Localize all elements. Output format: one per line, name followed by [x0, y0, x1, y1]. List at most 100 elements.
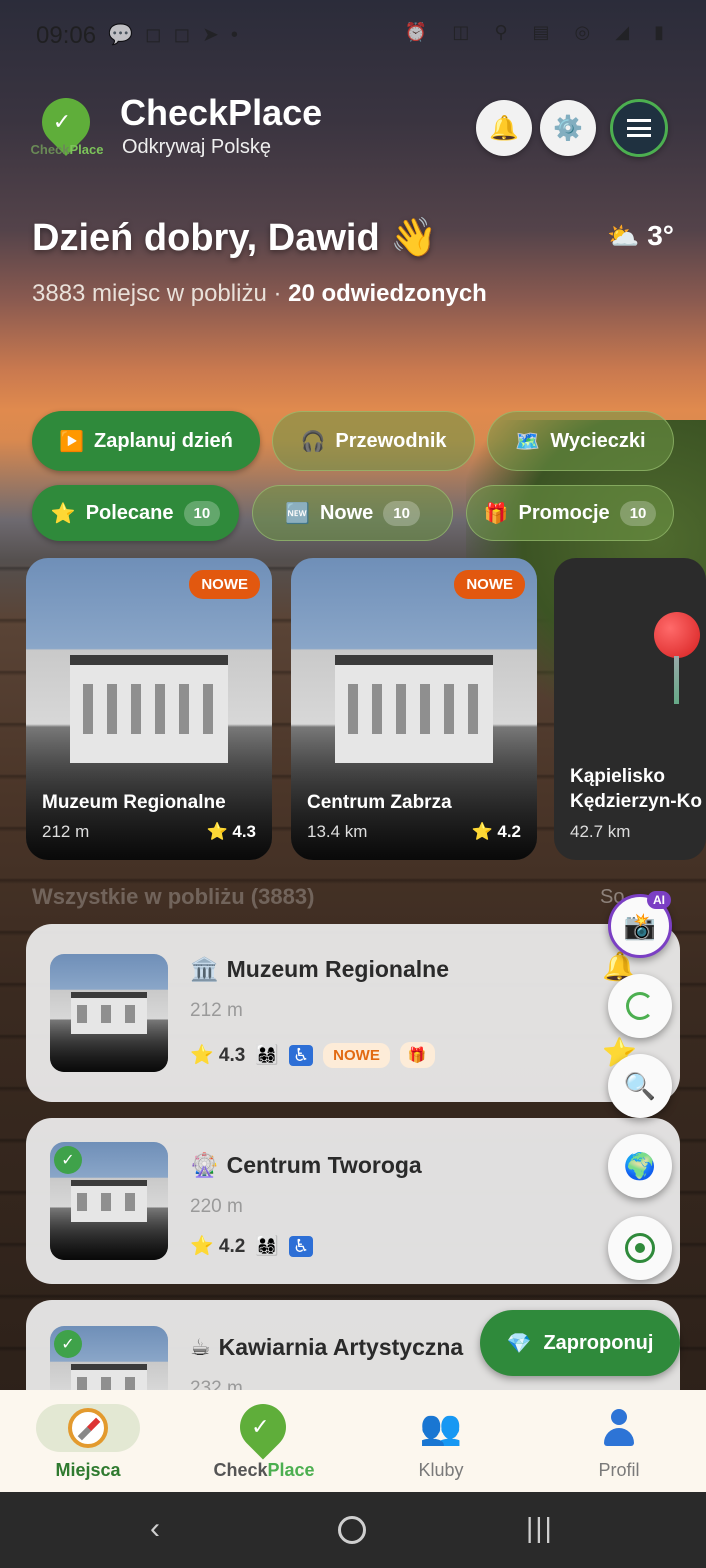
- place-name: 🎡 Centrum Tworoga: [190, 1152, 422, 1179]
- featured-distance: 13.4 km: [307, 822, 368, 841]
- place-thumbnail: [50, 954, 168, 1072]
- place-rating: ⭐ 4.3: [190, 1045, 246, 1066]
- filter-promotions-count: 10: [619, 500, 657, 526]
- app-subtitle: Odkrywaj Polskę: [122, 136, 271, 158]
- visited-check-icon: ✓: [54, 1330, 82, 1358]
- list-item[interactable]: 🏛️ Muzeum Regionalne 212 m ⭐ 4.3 👨‍👩‍👧‍👦 …: [26, 924, 680, 1102]
- place-distance: 220 m: [190, 1196, 243, 1217]
- place-name-text: Kawiarnia Artystyczna: [218, 1334, 464, 1360]
- nav-profile-label: Profil: [598, 1460, 640, 1480]
- checkplace-pin-icon: [230, 1394, 296, 1460]
- new-badge: NOWE: [454, 570, 525, 599]
- ferris-wheel-icon: 🎡: [190, 1152, 219, 1178]
- filter-new-count: 10: [383, 500, 420, 526]
- hamburger-icon: [627, 119, 651, 137]
- gem-icon: 💎: [506, 1332, 532, 1355]
- gear-icon: ⚙️: [553, 114, 583, 142]
- coffee-icon: ☕: [190, 1334, 211, 1360]
- search-icon: 🔍: [623, 1070, 657, 1101]
- camera-icon: 📸: [623, 910, 657, 941]
- guide-label: Przewodnik: [335, 429, 447, 452]
- system-status-icons: ⏰ ◫ ⚲ ▤ ◎ ◢ ▮: [404, 22, 674, 42]
- visited-check-icon: ✓: [54, 1146, 82, 1174]
- globe-button[interactable]: 🌍: [608, 1134, 672, 1198]
- filter-recommended-label: Polecane: [85, 501, 174, 524]
- back-icon[interactable]: ‹: [150, 1512, 160, 1546]
- map-pin-icon: [654, 612, 700, 704]
- featured-name: Muzeum Regionalne: [42, 792, 226, 813]
- new-tag: NOWE: [323, 1042, 390, 1068]
- crosshair-icon: [625, 1233, 655, 1263]
- featured-card[interactable]: NOWE Muzeum Regionalne 212 m ⭐ 4.3: [26, 558, 272, 860]
- locate-me-button[interactable]: [608, 1216, 672, 1280]
- featured-card[interactable]: NOWE Centrum Zabrza 13.4 km ⭐ 4.2: [291, 558, 537, 860]
- greeting-text: Dzień dobry, Dawid 👋: [32, 217, 438, 259]
- people-icon: 👥: [419, 1409, 463, 1447]
- guide-button[interactable]: 🎧 Przewodnik: [272, 411, 475, 471]
- filter-new-label: Nowe: [319, 501, 374, 524]
- featured-name-line1: Kąpielisko: [570, 766, 666, 787]
- place-meta: ⭐ 4.3 👨‍👩‍👧‍👦 ♿ NOWE 🎁: [190, 1042, 445, 1068]
- globe-icon: 🌍: [623, 1150, 657, 1181]
- featured-distance: 212 m: [42, 822, 90, 841]
- place-name: 🏛️ Muzeum Regionalne: [190, 956, 449, 983]
- featured-distance: 42.7 km: [570, 822, 631, 841]
- place-meta: ⭐ 4.2 👨‍👩‍👧‍👦 ♿: [190, 1234, 323, 1258]
- refresh-button[interactable]: [608, 974, 672, 1038]
- nav-places[interactable]: Miejsca: [36, 1390, 140, 1492]
- play-icon: ▶️: [59, 430, 84, 453]
- list-item[interactable]: ✓ 🎡 Centrum Tworoga 220 m ⭐ 4.2 👨‍👩‍👧‍👦 ♿: [26, 1118, 680, 1284]
- place-rating: ⭐ 4.2: [190, 1236, 246, 1257]
- nav-clubs[interactable]: 👥 Kluby: [400, 1390, 482, 1492]
- trips-label: Wycieczki: [550, 429, 646, 452]
- settings-button[interactable]: ⚙️: [540, 100, 596, 156]
- featured-rating: ⭐ 4.2: [471, 822, 521, 841]
- status-time: 09:06: [36, 22, 97, 49]
- filter-new[interactable]: 🆕 Nowe 10: [252, 485, 453, 541]
- museum-icon: 🏛️: [190, 956, 219, 982]
- family-icon: 👨‍👩‍👧‍👦: [255, 1236, 280, 1257]
- place-name: ☕ Kawiarnia Artystyczna: [190, 1334, 463, 1361]
- filter-promotions[interactable]: 🎁 Promocje 10: [466, 485, 674, 541]
- propose-label: Zaproponuj: [543, 1331, 654, 1354]
- nav-profile[interactable]: Profil: [578, 1390, 660, 1492]
- visited-count: 20 odwiedzonych: [288, 280, 487, 307]
- person-icon: [604, 1409, 634, 1447]
- nav-checkplace[interactable]: CheckPlace: [206, 1394, 322, 1484]
- status-bar: 09:06 💬◻◻➤• ⏰ ◫ ⚲ ▤ ◎ ◢ ▮: [0, 0, 706, 76]
- filter-recommended[interactable]: ⭐ Polecane 10: [32, 485, 239, 541]
- family-icon: 👨‍👩‍👧‍👦: [255, 1045, 280, 1066]
- propose-place-button[interactable]: 💎 Zaproponuj: [480, 1310, 680, 1376]
- recent-apps-icon[interactable]: |||: [526, 1512, 554, 1544]
- trips-button[interactable]: 🗺️ Wycieczki: [487, 411, 674, 471]
- search-button[interactable]: 🔍: [608, 1054, 672, 1118]
- headphones-icon: 🎧: [300, 430, 326, 453]
- nav-clubs-label: Kluby: [418, 1460, 464, 1480]
- logo-text-place: Place: [69, 142, 104, 157]
- notification-icons: 💬◻◻➤•: [108, 24, 250, 46]
- compass-icon: [68, 1408, 108, 1448]
- accessible-icon: ♿: [289, 1235, 314, 1257]
- filter-promotions-label: Promocje: [518, 501, 610, 524]
- ai-camera-button[interactable]: 📸 AI: [608, 891, 672, 958]
- map-icon: 🗺️: [515, 430, 541, 453]
- new-badge: NOWE: [189, 570, 260, 599]
- notifications-button[interactable]: 🔔: [476, 100, 532, 156]
- featured-card[interactable]: Kąpielisko Kędzierzyn-Ko 42.7 km: [554, 558, 706, 860]
- weather-widget[interactable]: ⛅ 3°: [607, 220, 674, 252]
- featured-rating: ⭐ 4.3: [206, 822, 256, 841]
- featured-name: Centrum Zabrza: [307, 792, 452, 813]
- accessible-icon: ♿: [289, 1044, 314, 1066]
- partly-cloudy-icon: ⛅: [607, 221, 640, 251]
- gift-icon: 🎁: [399, 1042, 435, 1068]
- app-title: CheckPlace: [120, 92, 323, 133]
- app-logo: CheckPlace: [26, 88, 108, 162]
- home-icon[interactable]: [338, 1516, 366, 1544]
- place-name-text: Muzeum Regionalne: [226, 956, 449, 982]
- system-navigation-bar: ‹ |||: [0, 1492, 706, 1568]
- logo-text-check: Check: [213, 1460, 268, 1480]
- menu-button[interactable]: [610, 99, 668, 157]
- plan-day-button[interactable]: ▶️ Zaplanuj dzień: [32, 411, 260, 471]
- featured-name: Kąpielisko Kędzierzyn-Ko: [570, 764, 702, 814]
- ai-badge: AI: [647, 891, 671, 909]
